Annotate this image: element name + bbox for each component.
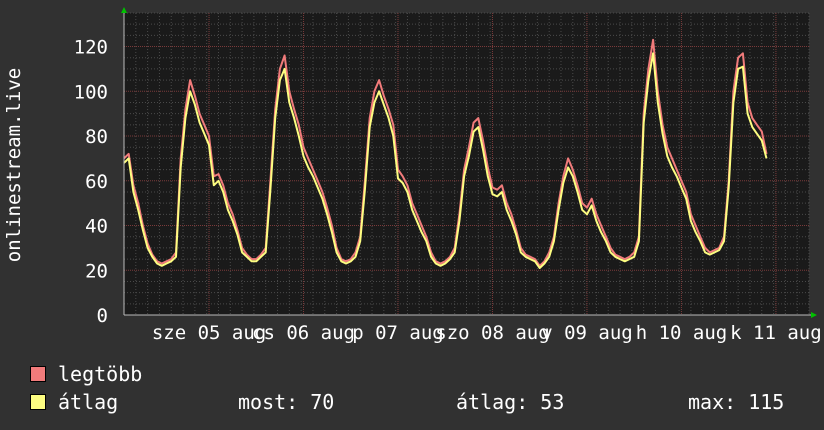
x-tick-label: cs 06 aug: [252, 322, 355, 344]
legend-swatch-avg: [30, 394, 46, 410]
y-tick-label: 100: [74, 81, 108, 103]
x-tick-label: p 07 aug: [352, 322, 444, 344]
y-tick-label: 20: [85, 260, 108, 282]
y-axis-label: onlinestream.live: [3, 68, 25, 262]
stat-now: most: 70: [238, 390, 335, 414]
legend-label-avg: átlag: [58, 390, 119, 414]
stat-max: max: 115: [688, 390, 785, 414]
y-tick-label: 0: [97, 305, 108, 327]
y-tick-label: 40: [85, 216, 108, 238]
x-tick-label: k 11 aug: [730, 322, 822, 344]
y-tick-label: 120: [74, 37, 108, 59]
x-tick-labels: sze 05 augcs 06 augp 07 augszo 08 augv 0…: [152, 322, 822, 344]
x-tick-label: h 10 aug: [636, 322, 728, 344]
y-tick-labels: 0 20 40 60 80 100 120: [74, 37, 108, 327]
x-tick-label: sze 05 aug: [152, 322, 266, 344]
legend-label-max: legtöbb: [58, 362, 143, 386]
y-tick-label: 80: [85, 126, 108, 148]
legend-swatch-max: [30, 366, 46, 382]
legend-item-max: legtöbb: [30, 362, 142, 386]
stat-average: átlag: 53: [456, 390, 565, 414]
line-chart: 0 20 40 60 80 100 120 sze 05 augcs 06 augp 07 …: [3, 7, 822, 344]
y-axis-arrow-icon: [121, 7, 127, 13]
x-tick-label: szo 08 aug: [435, 322, 549, 344]
y-tick-label: 60: [85, 171, 108, 193]
x-tick-label: v 09 aug: [541, 322, 633, 344]
legend-item-avg: átlag: [30, 390, 118, 414]
x-axis-arrow-icon: [811, 312, 817, 318]
